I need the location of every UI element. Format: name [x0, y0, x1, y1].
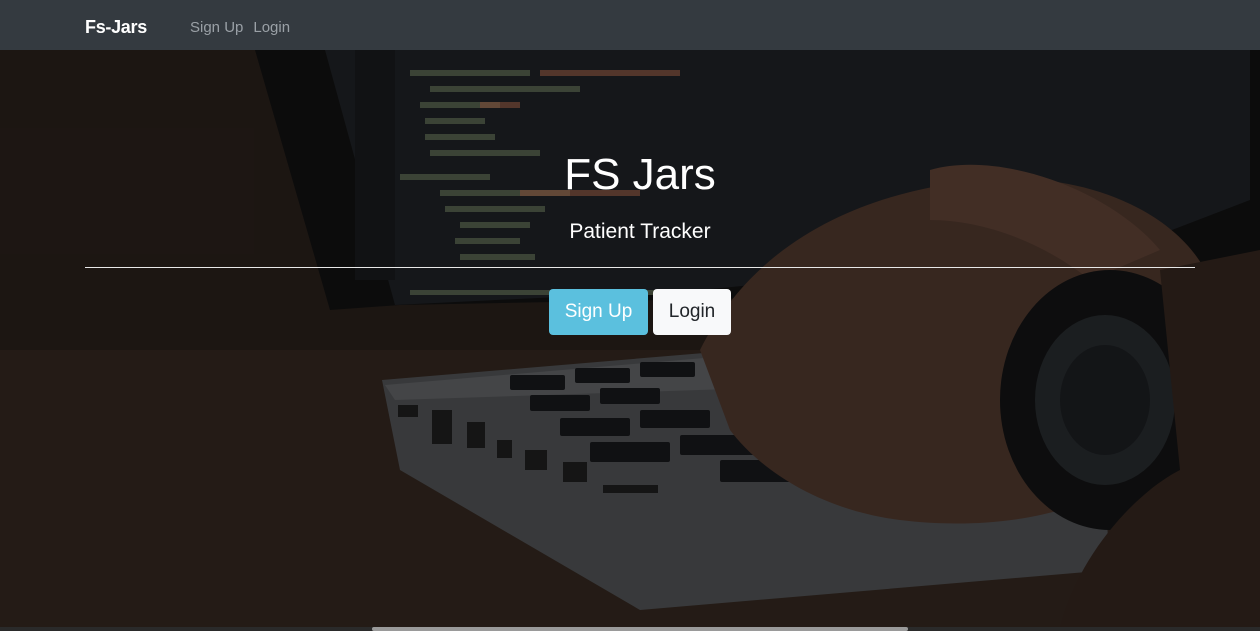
divider	[85, 267, 1195, 268]
nav-signup-link[interactable]: Sign Up	[190, 19, 243, 36]
navbar: Fs-Jars Sign Up Login	[0, 0, 1260, 50]
hero-section: FS Jars Patient Tracker Sign Up Login	[0, 50, 1260, 627]
nav-links: Sign Up Login	[190, 19, 290, 36]
dark-overlay	[0, 50, 1260, 627]
login-button[interactable]: Login	[653, 289, 731, 335]
scrollbar-thumb[interactable]	[372, 627, 908, 631]
nav-login-link[interactable]: Login	[253, 19, 290, 36]
page-title: FS Jars	[564, 150, 716, 199]
page-subtitle: Patient Tracker	[569, 220, 711, 243]
signup-button[interactable]: Sign Up	[549, 289, 648, 335]
brand-link[interactable]: Fs-Jars	[85, 17, 147, 38]
